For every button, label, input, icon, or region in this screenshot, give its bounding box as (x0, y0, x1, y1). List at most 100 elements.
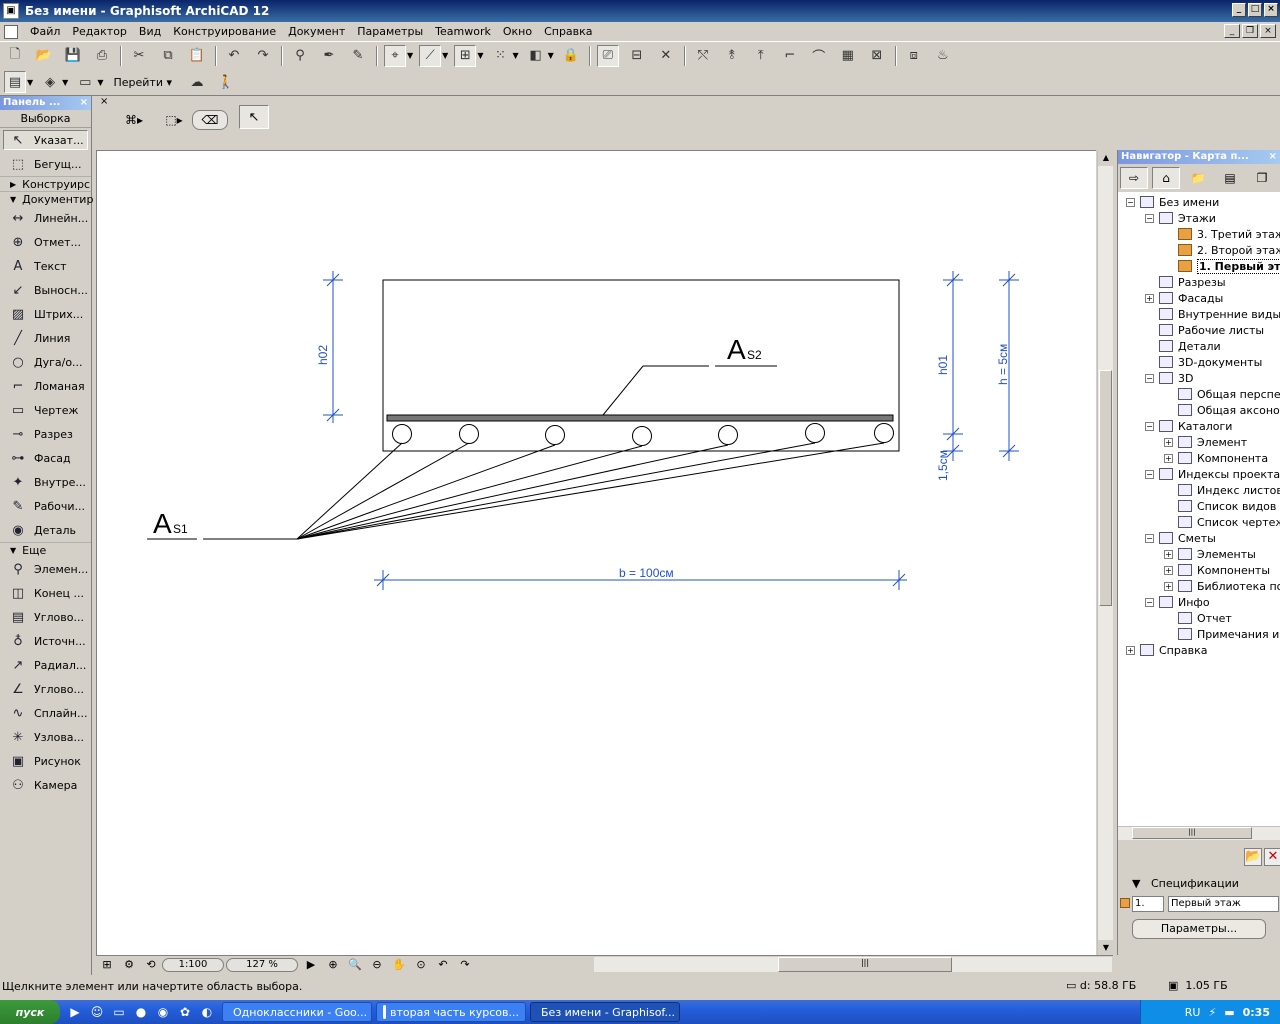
b-label[interactable]: b = 100см (619, 566, 674, 580)
story-name-field[interactable]: Первый этаж (1168, 896, 1279, 912)
tree-item[interactable]: − Этажи (1118, 210, 1280, 226)
scroll-thumb[interactable]: ||| (1132, 827, 1252, 839)
clock[interactable]: 0:35 (1243, 1006, 1270, 1019)
layout-book-tab[interactable]: 📁 (1184, 167, 1212, 189)
eraser-icon[interactable]: ⌫ (192, 110, 228, 130)
desktop-icon[interactable]: ▭ (108, 1005, 130, 1019)
h-label[interactable]: h = 5см (996, 344, 1010, 385)
expand-icon[interactable]: + (1126, 645, 1135, 655)
open-file-icon[interactable]: 📂 (33, 45, 55, 67)
scroll-thumb[interactable]: ||| (778, 957, 952, 972)
fillet-icon[interactable]: ⌒ (808, 45, 830, 67)
eyedropper-icon[interactable]: ✒ (318, 45, 340, 67)
refresh-icon[interactable]: ⟲ (140, 958, 162, 971)
as1-label[interactable]: A (153, 508, 172, 539)
zoom-in-icon[interactable]: 🔍 (344, 958, 366, 971)
leader-line[interactable] (296, 442, 816, 540)
collapse-icon[interactable]: − (1145, 469, 1154, 479)
tool-section[interactable]: ⊸ Разрез (0, 422, 91, 446)
tree-item[interactable]: + Фасады (1118, 290, 1280, 306)
zoom-next-icon[interactable]: ▶ (300, 958, 322, 971)
zoom-next-icon[interactable]: ↷ (454, 958, 476, 971)
snap-guides-icon[interactable]: ⌖ (384, 44, 406, 67)
suspend-groups-icon[interactable]: ⎚ (596, 44, 619, 67)
collapse-icon[interactable]: − (1145, 373, 1154, 383)
chevron-down-icon[interactable]: ▼ (62, 78, 68, 87)
layer-combination-icon[interactable]: ⊞ (96, 958, 118, 971)
geometry-method-icon[interactable]: ⌘▸ (120, 110, 148, 130)
collapse-icon[interactable]: − (1145, 597, 1154, 607)
tool-detail[interactable]: ◉ Деталь (0, 518, 91, 542)
lock-icon[interactable]: 🔒 (560, 45, 582, 67)
tree-item[interactable]: Разрезы (1118, 274, 1280, 290)
collapse-icon[interactable]: − (1145, 421, 1154, 431)
leader-line[interactable] (602, 365, 644, 416)
network-icon[interactable]: ⚡ (1208, 1006, 1216, 1019)
group-document[interactable]: ▼ Документир (0, 191, 93, 206)
expand-icon[interactable]: + (1164, 453, 1173, 463)
tree-item[interactable]: Внутренние виды (1118, 306, 1280, 322)
chevron-down-icon[interactable]: ▼ (442, 51, 448, 60)
collapse-icon[interactable]: − (1145, 213, 1154, 223)
scroll-down-icon[interactable]: ▼ (1098, 940, 1114, 956)
pan-icon[interactable]: ✋ (388, 958, 410, 971)
doc-close-button[interactable]: × (1260, 24, 1276, 38)
tree-item[interactable]: Рабочие листы (1118, 322, 1280, 338)
undo-icon[interactable]: ↶ (223, 45, 245, 67)
tool-lamp[interactable]: ♁ Источн... (0, 629, 91, 653)
as2-label[interactable]: A (727, 334, 746, 365)
save-icon[interactable]: 💾 (62, 45, 84, 67)
tool-element[interactable]: ⚲ Элемен... (0, 557, 91, 581)
tree-item[interactable]: − Сметы (1118, 530, 1280, 546)
drawing-svg[interactable]: A S2 A S1 h02 h01 1,5см h = 5см b = 100с… (97, 151, 1096, 956)
opera-icon[interactable]: ● (130, 1005, 152, 1019)
tool-label[interactable]: ↙ Выносн... (0, 278, 91, 302)
messenger-icon[interactable]: ☺ (86, 1005, 108, 1019)
scroll-thumb[interactable] (1099, 370, 1112, 606)
print-icon[interactable]: ⎙ (91, 45, 113, 67)
tool-polyline[interactable]: ⌐ Ломаная (0, 374, 91, 398)
publisher-tab[interactable]: ▤ (1216, 167, 1244, 189)
taskbar-task[interactable]: вторая часть курсов... (376, 1002, 526, 1022)
adjust-icon[interactable]: ⥉ (721, 45, 743, 67)
canvas-horizontal-scrollbar[interactable]: ||| (594, 957, 1112, 972)
layout-view-icon[interactable]: ▭ (74, 71, 96, 93)
chevron-down-icon[interactable]: ▼ (27, 78, 33, 87)
leader-line[interactable] (296, 445, 643, 540)
offset-icon[interactable]: ▦ (837, 45, 859, 67)
tool-drawing[interactable]: ▭ Чертеж (0, 398, 91, 422)
zoom-previous-icon[interactable]: ↶ (432, 958, 454, 971)
gravity-icon[interactable]: ⊞ (454, 44, 477, 67)
tree-item[interactable]: + Компоненты (1118, 562, 1280, 578)
chevron-down-icon[interactable]: ▼ (97, 78, 103, 87)
taskbar-task[interactable]: Без имени - Graphisof... (530, 1002, 680, 1022)
navigator-header[interactable]: Навигатор - Карта п... × (1118, 150, 1280, 164)
project-map-tab[interactable]: ⇨ (1120, 167, 1148, 189)
zoom-field[interactable]: 127 % (226, 957, 298, 972)
marquee-shape-icon[interactable]: ⬚▸ (160, 110, 188, 130)
rebar-circle[interactable] (459, 424, 479, 444)
rebar-circle[interactable] (392, 424, 412, 444)
pointer-icon[interactable]: ↖ (239, 105, 269, 129)
trim-icon[interactable]: ⊠ (866, 45, 888, 67)
tree-item[interactable]: + Элемент (1118, 434, 1280, 450)
tree-item[interactable]: + Справка (1118, 642, 1280, 658)
tree-item[interactable]: 1. Первый этаж (1118, 258, 1280, 274)
render-icon[interactable]: ♨ (932, 45, 954, 67)
zoom-out-icon[interactable]: ⊖ (366, 958, 388, 971)
firefox-icon[interactable]: ◐ (196, 1005, 218, 1019)
chevron-down-icon[interactable]: ▼ (512, 51, 518, 60)
tool-interior-elevation[interactable]: ✦ Внутре... (0, 470, 91, 494)
collapse-icon[interactable]: − (1145, 533, 1154, 543)
rebar-circle[interactable] (718, 425, 738, 445)
3d-view-icon[interactable]: ◈ (39, 71, 61, 93)
tree-item[interactable]: + Компонента (1118, 450, 1280, 466)
h01-label[interactable]: h01 (936, 355, 950, 375)
tool-radial-dimension[interactable]: ↗ Радиал... (0, 653, 91, 677)
leader-line[interactable] (296, 442, 885, 540)
new-folder-icon[interactable]: 📂 (1244, 848, 1262, 866)
story-number-field[interactable]: 1. (1132, 896, 1164, 912)
group-icon[interactable]: ⧈ (903, 45, 925, 67)
doc-minimize-button[interactable]: _ (1224, 24, 1240, 38)
menu-options[interactable]: Параметры (351, 23, 429, 41)
